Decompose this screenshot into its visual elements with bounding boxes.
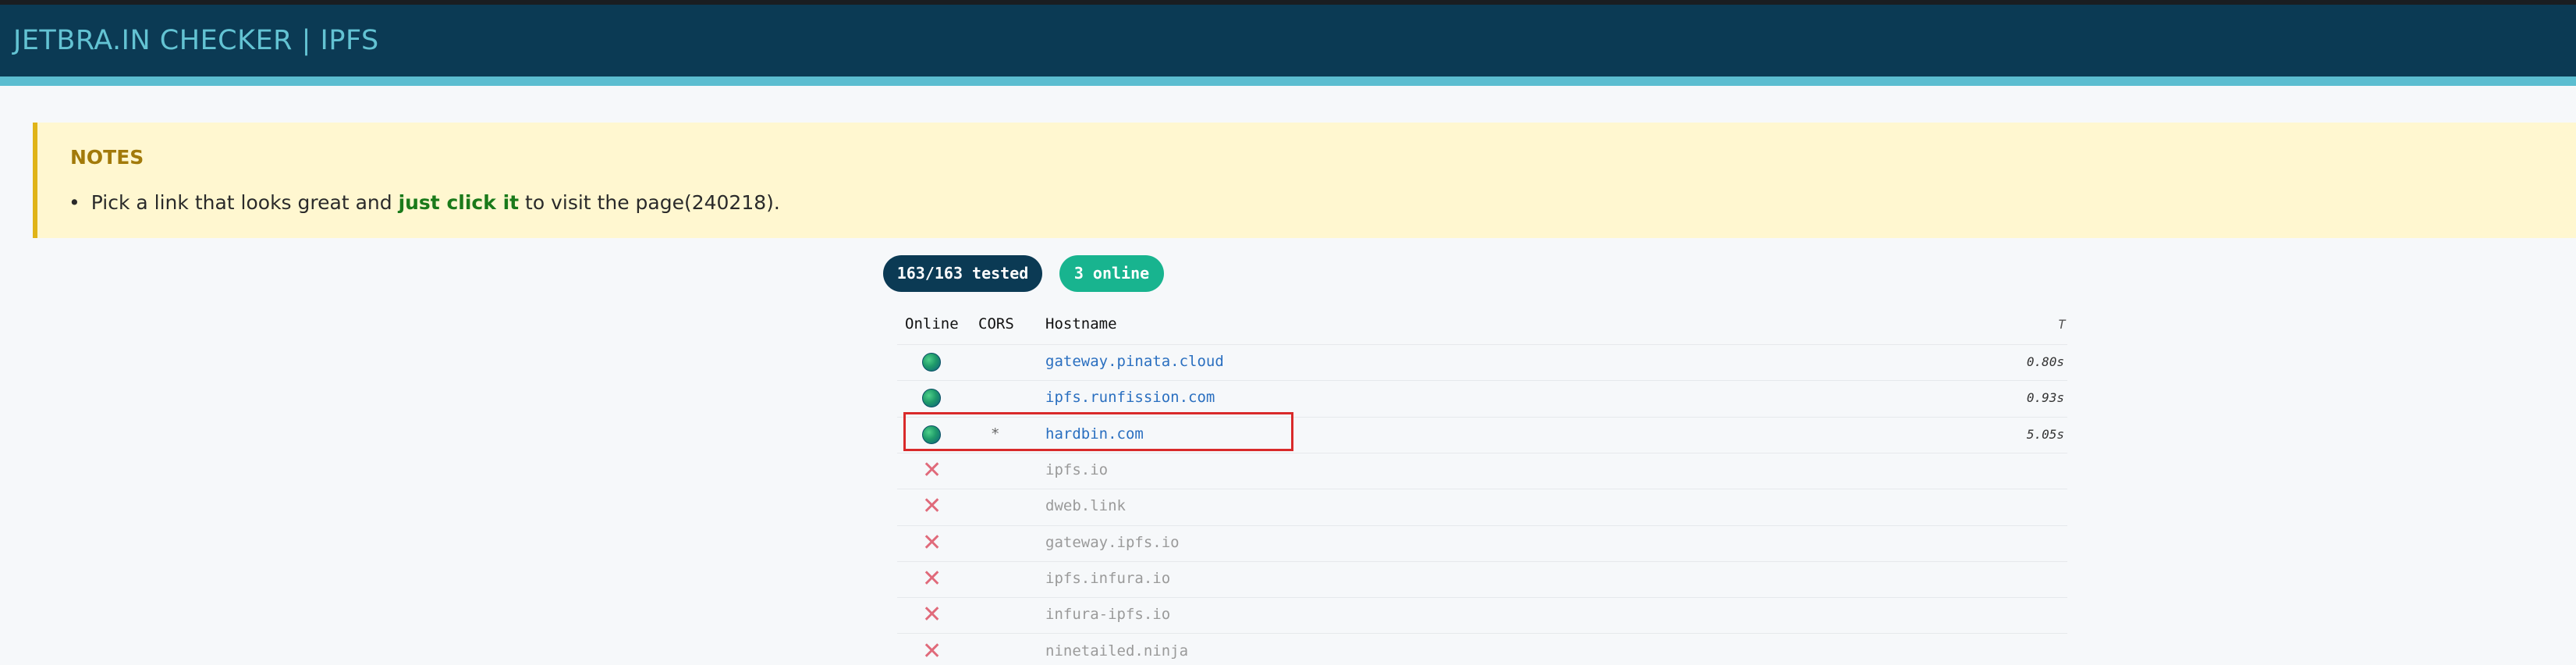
x-icon: ✕ (922, 601, 942, 629)
notes-item-emphasis: just click it (398, 191, 520, 214)
bullet-icon: • (69, 191, 80, 214)
offline-x-icon: ✕ (922, 493, 942, 521)
offline-x-icon: ✕ (922, 601, 942, 629)
offline-x-icon: ✕ (922, 457, 942, 485)
response-time-cell: 0.93s (2026, 390, 2064, 406)
response-time-cell: 0.80s (2026, 354, 2064, 370)
notes-item-prefix: Pick a link that looks great and (90, 191, 399, 214)
column-header-online[interactable]: Online (905, 315, 959, 332)
online-count-badge: 3 online (1059, 255, 1164, 292)
online-globe-icon (922, 353, 941, 372)
hostname-link: infura-ipfs.io (1045, 606, 1171, 624)
row-divider (897, 380, 2067, 382)
hostname-link: gateway.ipfs.io (1045, 533, 1180, 551)
notes-item-suffix: to visit the page(240218). (519, 191, 780, 214)
hostname-link: dweb.link (1045, 497, 1126, 515)
hostname-link: ninetailed.ninja (1045, 642, 1189, 660)
selection-highlight-box (903, 412, 1293, 451)
offline-x-icon: ✕ (922, 637, 942, 665)
x-icon: ✕ (922, 457, 942, 485)
page-header: JETBRA.IN CHECKER | IPFS (0, 5, 2576, 76)
offline-x-icon: ✕ (922, 528, 942, 557)
response-time-cell: 5.05s (2026, 426, 2064, 442)
globe-icon (922, 389, 941, 408)
x-icon: ✕ (922, 564, 942, 592)
notes-panel: NOTES • Pick a link that looks great and … (33, 123, 2576, 238)
online-globe-icon (922, 389, 941, 408)
tested-count-badge: 163/163 tested (883, 255, 1042, 292)
notes-title: NOTES (70, 146, 144, 169)
row-divider (897, 560, 2067, 562)
hostname-link: ipfs.io (1045, 461, 1109, 479)
column-header-time[interactable]: T (2058, 317, 2066, 332)
row-divider (897, 633, 2067, 635)
offline-x-icon: ✕ (922, 564, 942, 592)
column-header-hostname[interactable]: Hostname (1045, 315, 1117, 332)
notes-list-item: • Pick a link that looks great and just c… (69, 191, 780, 214)
header-accent-bar (0, 76, 2576, 86)
row-divider (897, 597, 2067, 599)
column-header-cors[interactable]: CORS (978, 315, 1014, 332)
row-divider (897, 525, 2067, 526)
x-icon: ✕ (922, 528, 942, 557)
hostname-link[interactable]: gateway.pinata.cloud (1045, 353, 1224, 370)
row-divider (897, 344, 2067, 345)
hostname-link: ipfs.infura.io (1045, 569, 1171, 587)
page-title: JETBRA.IN CHECKER | IPFS (13, 25, 379, 56)
x-icon: ✕ (922, 493, 942, 521)
x-icon: ✕ (922, 637, 942, 665)
globe-icon (922, 353, 941, 372)
hostname-link[interactable]: ipfs.runfission.com (1045, 389, 1215, 406)
